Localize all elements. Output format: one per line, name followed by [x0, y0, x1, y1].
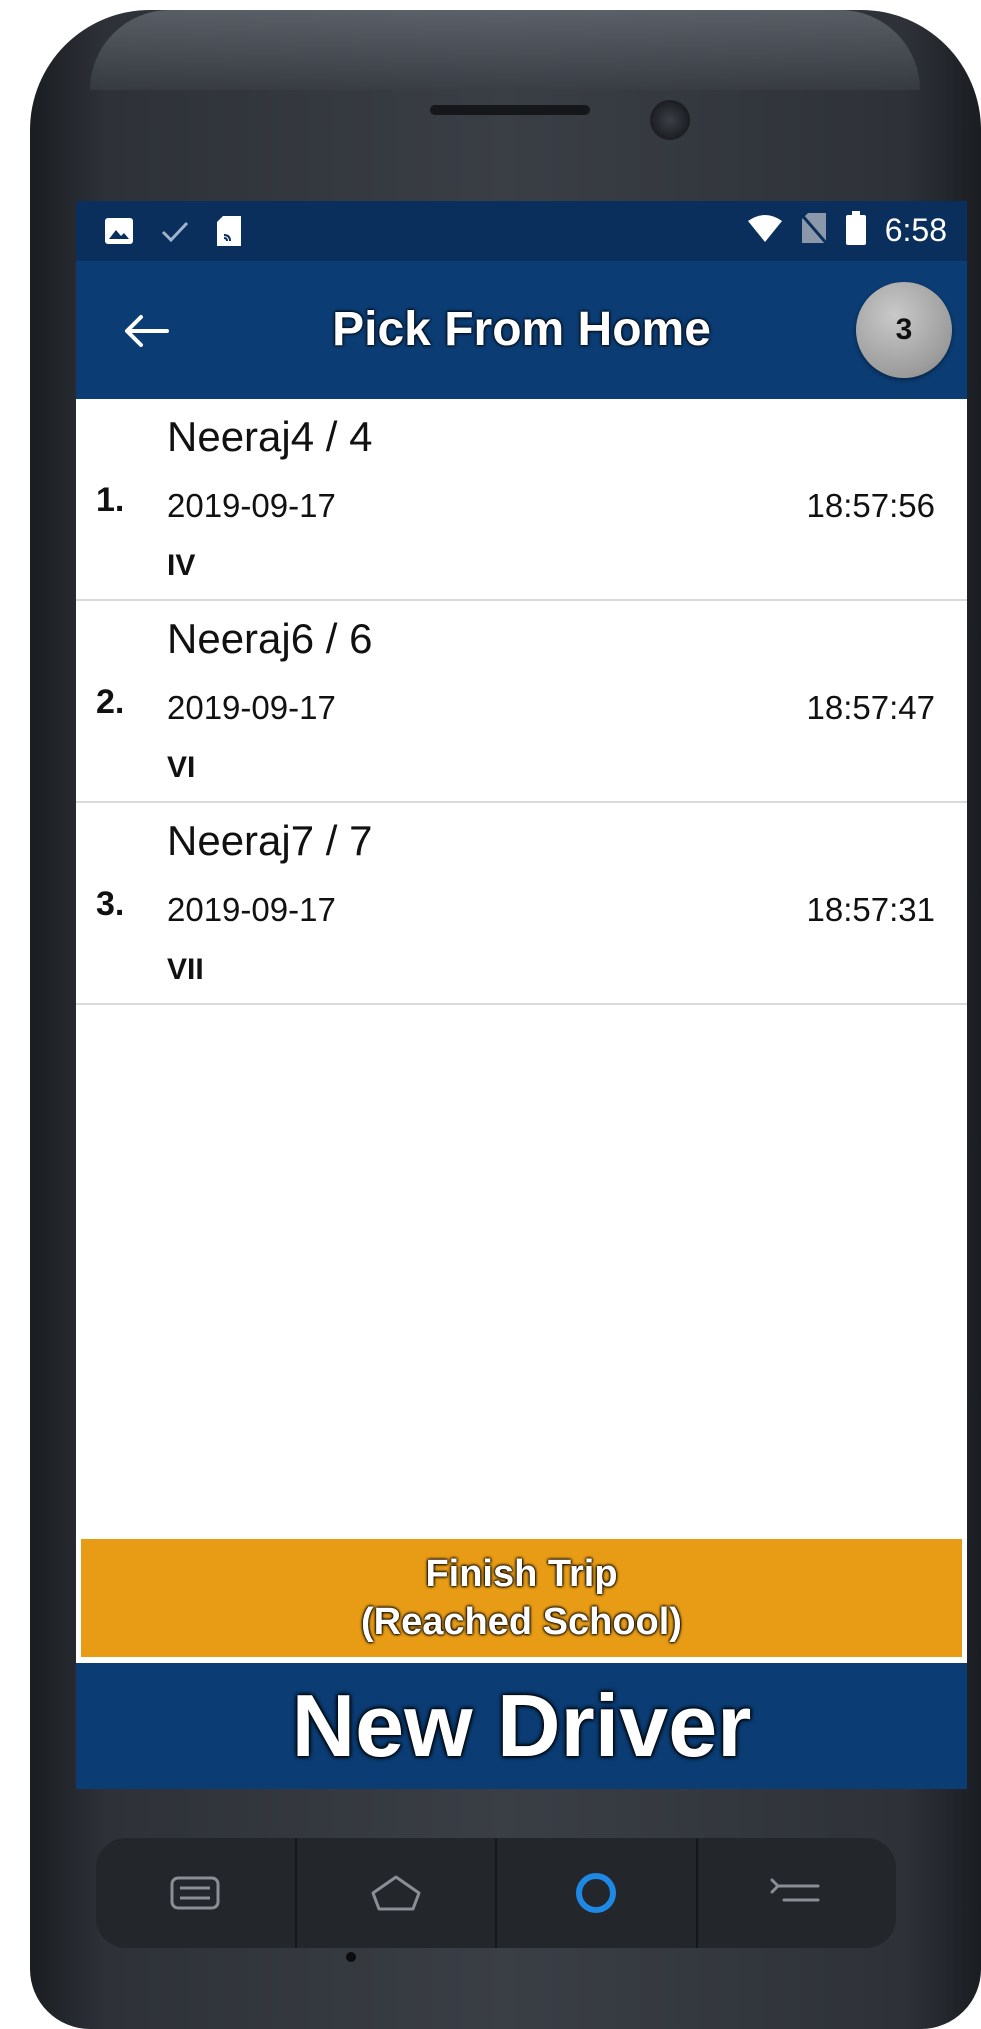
sd-card-icon — [216, 215, 242, 252]
back-button[interactable] — [116, 301, 176, 361]
item-index: 2. — [96, 683, 125, 721]
student-class: VI — [167, 751, 196, 784]
student-name: Neeraj7 / 7 — [167, 817, 373, 864]
home-icon — [371, 1875, 421, 1911]
pickup-time: 18:57:47 — [806, 689, 935, 726]
list-item[interactable]: 1. Neeraj4 / 4 2019-09-17 18:57:56 IV — [76, 399, 967, 601]
student-class: IV — [167, 549, 196, 582]
status-left-icons — [104, 215, 242, 252]
menu-icon — [170, 1876, 220, 1910]
student-name: Neeraj4 / 4 — [167, 413, 373, 460]
student-name: Neeraj6 / 6 — [167, 615, 373, 662]
earpiece-speaker — [430, 105, 590, 115]
phone-screen: 6:58 Pick From Home 3 1. Neeraj4 / 4 201… — [76, 201, 967, 1789]
no-sim-icon — [799, 212, 828, 249]
search-key[interactable] — [497, 1838, 698, 1948]
check-icon — [160, 217, 190, 250]
hardware-nav-bar — [96, 1838, 896, 1948]
image-icon — [104, 217, 134, 250]
student-class: VII — [167, 953, 204, 986]
menu-key[interactable] — [96, 1838, 297, 1948]
circle-icon — [576, 1873, 617, 1913]
wifi-icon — [747, 213, 783, 248]
count-badge[interactable]: 3 — [856, 282, 952, 378]
back-key[interactable] — [698, 1838, 897, 1948]
home-key[interactable] — [297, 1838, 497, 1948]
back-icon — [770, 1878, 820, 1902]
pickup-time: 18:57:31 — [806, 891, 935, 928]
pickup-date: 2019-09-17 — [167, 487, 336, 524]
pickup-time: 18:57:56 — [806, 487, 935, 524]
microphone-hole — [346, 1952, 356, 1962]
finish-button-line1: Finish Trip — [425, 1553, 618, 1595]
finish-trip-button[interactable]: Finish Trip (Reached School) — [81, 1539, 962, 1657]
item-index: 3. — [96, 885, 125, 923]
student-list: 1. Neeraj4 / 4 2019-09-17 18:57:56 IV 2.… — [76, 399, 967, 1005]
page-title: Pick From Home — [332, 303, 711, 356]
status-bar: 6:58 — [76, 201, 967, 261]
pickup-date: 2019-09-17 — [167, 689, 336, 726]
status-right-icons: 6:58 — [747, 211, 947, 250]
pickup-date: 2019-09-17 — [167, 891, 336, 928]
app-bar: Pick From Home 3 — [76, 261, 967, 399]
list-item[interactable]: 3. Neeraj7 / 7 2019-09-17 18:57:31 VII — [76, 803, 967, 1005]
list-item[interactable]: 2. Neeraj6 / 6 2019-09-17 18:57:47 VI — [76, 601, 967, 803]
battery-icon — [845, 211, 867, 250]
front-camera — [650, 100, 690, 140]
phone-top-edge — [90, 10, 920, 90]
footer-banner: New Driver — [76, 1663, 967, 1789]
item-index: 1. — [96, 481, 125, 519]
arrow-left-icon — [125, 315, 169, 347]
status-time: 6:58 — [884, 212, 947, 248]
finish-button-line2: (Reached School) — [361, 1601, 682, 1643]
